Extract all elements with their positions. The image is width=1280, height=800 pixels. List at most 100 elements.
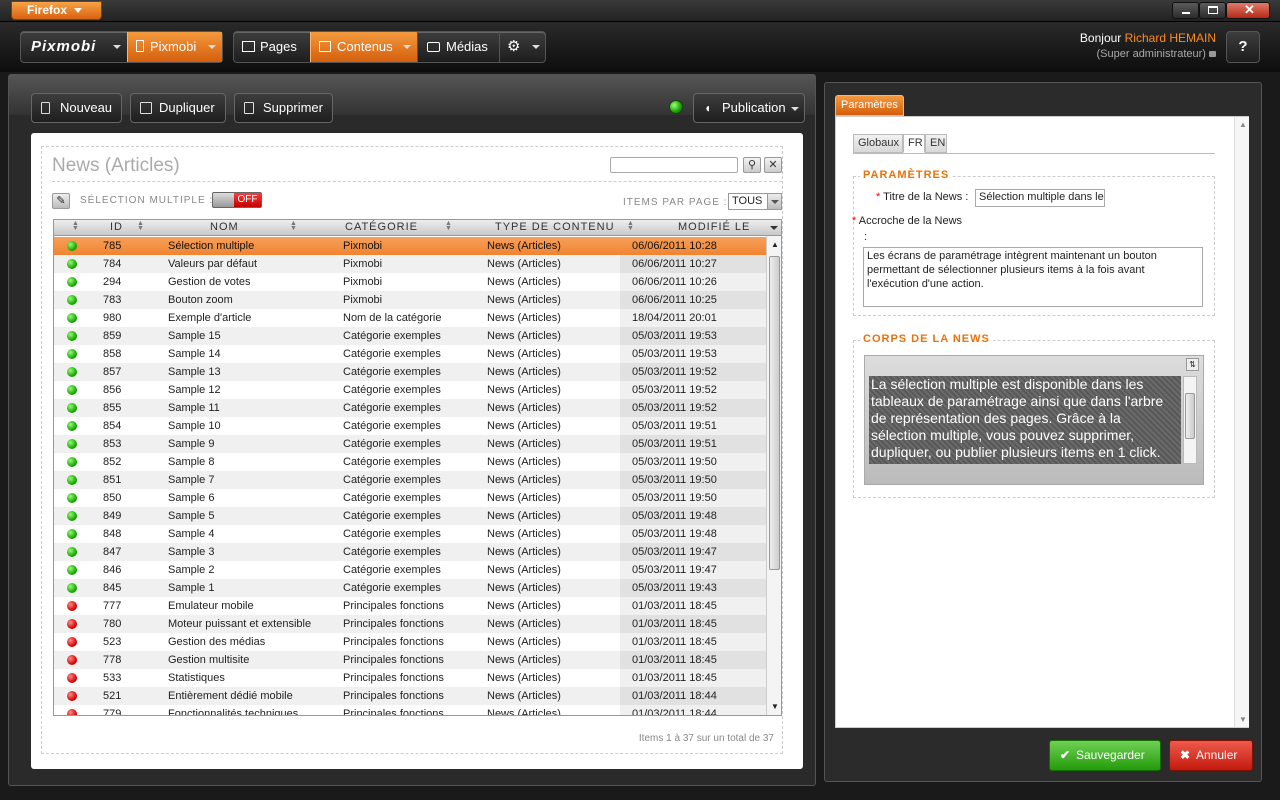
cell-type: News (Articles) [487, 582, 561, 594]
firefox-menu-button[interactable]: Firefox [11, 1, 102, 20]
params-scrollbar[interactable]: ▲ ▼ [1234, 117, 1249, 727]
sort-icon[interactable]: ▲ ▼ [290, 220, 297, 232]
status-green-icon [67, 547, 77, 557]
table-row[interactable]: 853 Sample 9 Catégorie exemples News (Artic… [54, 435, 766, 453]
tab-en[interactable]: EN [925, 134, 947, 153]
cell-type: News (Articles) [487, 276, 561, 288]
table-row[interactable]: 851 Sample 7 Catégorie exemples News (Artic… [54, 471, 766, 489]
cell-modified: 01/03/2011 18:45 [620, 597, 766, 615]
minimize-button[interactable] [1172, 2, 1199, 19]
new-button[interactable]: Nouveau [31, 93, 122, 123]
hook-field-label: * Accroche de la News [852, 215, 962, 227]
column-header-category[interactable]: CATÉGORIE [345, 221, 418, 233]
wrench-icon[interactable]: ✎ [52, 193, 70, 209]
table-row[interactable]: 523 Gestion des médias Principales fonctio… [54, 633, 766, 651]
cell-type: News (Articles) [487, 258, 561, 270]
sort-icon[interactable]: ▲ ▼ [72, 220, 79, 232]
table-row[interactable]: 854 Sample 10 Catégorie exemples News (Arti… [54, 417, 766, 435]
scroll-thumb[interactable] [769, 256, 780, 570]
settings-menu[interactable]: ⚙ [501, 32, 545, 62]
sort-icon[interactable]: ▲ ▼ [137, 220, 144, 232]
table-row[interactable]: 533 Statistiques Principales fonctions News… [54, 669, 766, 687]
table-row[interactable]: 778 Gestion multisite Principales fonction… [54, 651, 766, 669]
column-header-modified[interactable]: MODIFIÉ LE [678, 221, 750, 233]
multi-select-label: SÉLECTION MULTIPLE : [80, 195, 214, 206]
search-input[interactable] [610, 157, 738, 173]
table-row[interactable]: 855 Sample 11 Catégorie exemples News (Arti… [54, 399, 766, 417]
column-header-id[interactable]: ID [110, 221, 123, 233]
items-per-page-select[interactable]: TOUS [728, 193, 782, 210]
table-row[interactable]: 785 Sélection multiple Pixmobi News (Articl… [54, 237, 766, 255]
tab-parametres[interactable]: Paramètres [835, 95, 904, 116]
scroll-down-icon[interactable]: ▼ [771, 702, 779, 711]
table-row[interactable]: 845 Sample 1 Catégorie exemples News (Artic… [54, 579, 766, 597]
nav-medias[interactable]: Médias [419, 32, 499, 62]
cancel-button[interactable]: ✖ Annuler [1169, 740, 1253, 771]
table-row[interactable]: 856 Sample 12 Catégorie exemples News (Arti… [54, 381, 766, 399]
tab-fr[interactable]: FR [903, 134, 925, 153]
table-row[interactable]: 858 Sample 14 Catégorie exemples News (Arti… [54, 345, 766, 363]
scroll-down-icon[interactable]: ▼ [1239, 715, 1247, 724]
hook-textarea[interactable]: Les écrans de paramétrage intègrent main… [863, 247, 1203, 307]
table-row[interactable]: 783 Bouton zoom Pixmobi News (Articles) 06/0… [54, 291, 766, 309]
scroll-up-icon[interactable]: ▲ [771, 240, 779, 249]
editor-scrollbar[interactable] [1183, 376, 1197, 464]
title-input[interactable]: Sélection multiple dans les [975, 189, 1105, 207]
table-row[interactable]: 980 Exemple d'article Nom de la catégorie N… [54, 309, 766, 327]
table-row[interactable]: 859 Sample 15 Catégorie exemples News (Arti… [54, 327, 766, 345]
divider [52, 181, 782, 182]
scroll-up-icon[interactable]: ▲ [1239, 120, 1247, 129]
publication-button[interactable]: ◖ Publication [693, 93, 805, 123]
column-header-name[interactable]: NOM [210, 221, 239, 233]
table-row[interactable]: 847 Sample 3 Catégorie exemples News (Artic… [54, 543, 766, 561]
status-green-icon [67, 295, 77, 305]
nav-pages[interactable]: Pages [234, 32, 310, 62]
table-row[interactable]: 846 Sample 2 Catégorie exemples News (Artic… [54, 561, 766, 579]
duplicate-button[interactable]: Dupliquer [130, 93, 226, 123]
editor-scroll-thumb[interactable] [1185, 393, 1195, 439]
help-button[interactable]: ? [1226, 31, 1260, 63]
sort-icon[interactable]: ▲ ▼ [627, 220, 634, 232]
cell-type: News (Articles) [487, 348, 561, 360]
cell-modified: 01/03/2011 18:44 [620, 705, 766, 715]
cell-type: News (Articles) [487, 654, 561, 666]
search-icon[interactable]: ⚲ [743, 157, 761, 173]
column-header-type[interactable]: TYPE DE CONTENU [495, 221, 615, 233]
clear-search-icon[interactable]: ✕ [764, 157, 782, 173]
maximize-button[interactable] [1199, 2, 1226, 19]
table-row[interactable]: 857 Sample 13 Catégorie exemples News (Arti… [54, 363, 766, 381]
app-menu-pixmobi[interactable]: Pixmobi [127, 32, 222, 62]
cell-id: 779 [103, 708, 122, 716]
close-window-button[interactable]: ✕ [1226, 2, 1270, 19]
cell-category: Catégorie exemples [343, 564, 441, 576]
column-menu-icon[interactable] [770, 226, 778, 230]
cell-name: Sample 1 [168, 582, 215, 594]
delete-button[interactable]: Supprimer [234, 93, 333, 123]
nav-contenus[interactable]: Contenus [310, 32, 417, 62]
chevron-down-icon [208, 45, 216, 49]
table-row[interactable]: 852 Sample 8 Catégorie exemples News (Artic… [54, 453, 766, 471]
table-row[interactable]: 849 Sample 5 Catégorie exemples News (Artic… [54, 507, 766, 525]
pixmobi-logo[interactable]: Pixmobi [25, 32, 125, 62]
edit-icon [319, 41, 331, 52]
table-row[interactable]: 848 Sample 4 Catégorie exemples News (Artic… [54, 525, 766, 543]
table-row[interactable]: 777 Emulateur mobile Principales fonctions… [54, 597, 766, 615]
user-name[interactable]: Richard HEMAIN [1125, 31, 1216, 45]
multi-select-toggle[interactable]: OFF [212, 192, 262, 208]
cell-category: Principales fonctions [343, 600, 444, 612]
table-row[interactable]: 850 Sample 6 Catégorie exemples News (Artic… [54, 489, 766, 507]
save-button[interactable]: ✔ Sauvegarder [1049, 740, 1161, 771]
table-row[interactable]: 784 Valeurs par défaut Pixmobi News (Articl… [54, 255, 766, 273]
cell-modified: 05/03/2011 19:52 [620, 381, 766, 399]
table-row[interactable]: 780 Moteur puissant et extensible Principa… [54, 615, 766, 633]
resize-icon[interactable]: ⇅ [1186, 358, 1199, 371]
body-editor-text[interactable]: La sélection multiple est disponible dan… [869, 376, 1181, 464]
status-green-icon [67, 241, 77, 251]
table-row[interactable]: 294 Gestion de votes Pixmobi News (Articles… [54, 273, 766, 291]
table-scrollbar[interactable]: ▲ ▼ [766, 236, 781, 715]
table-row[interactable]: 779 Fonctionnalités techniques Principales… [54, 705, 766, 716]
title-label-text: Titre de la News : [883, 191, 969, 203]
table-row[interactable]: 521 Entièrement dédié mobile Principales f… [54, 687, 766, 705]
tab-globaux[interactable]: Globaux [853, 134, 903, 153]
sort-icon[interactable]: ▲ ▼ [445, 220, 452, 232]
